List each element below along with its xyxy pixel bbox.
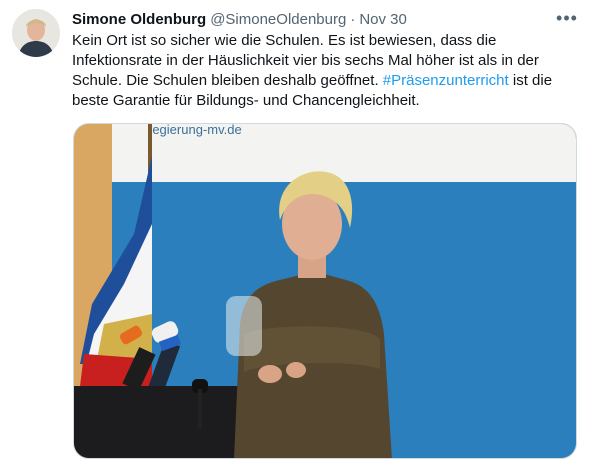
tweet-photo[interactable]: regierung-mv.de [73, 123, 577, 459]
separator: · [350, 10, 356, 28]
banner-text: regierung-mv.de [148, 124, 242, 137]
tweet[interactable]: Simone Oldenburg @SimoneOldenburg · Nov … [0, 0, 593, 460]
avatar[interactable] [12, 9, 60, 57]
author-name[interactable]: Simone Oldenburg [72, 11, 206, 28]
tweet-text: Kein Ort ist so sicher wie die Schulen. … [72, 31, 572, 111]
tweet-date[interactable]: Nov 30 [359, 11, 407, 28]
author-handle[interactable]: @SimoneOldenburg [210, 11, 346, 28]
tweet-header: Simone Oldenburg @SimoneOldenburg · Nov … [72, 9, 407, 29]
more-options-icon[interactable]: ••• [555, 8, 579, 28]
hashtag-link[interactable]: #Präsenzunterricht [383, 72, 509, 89]
